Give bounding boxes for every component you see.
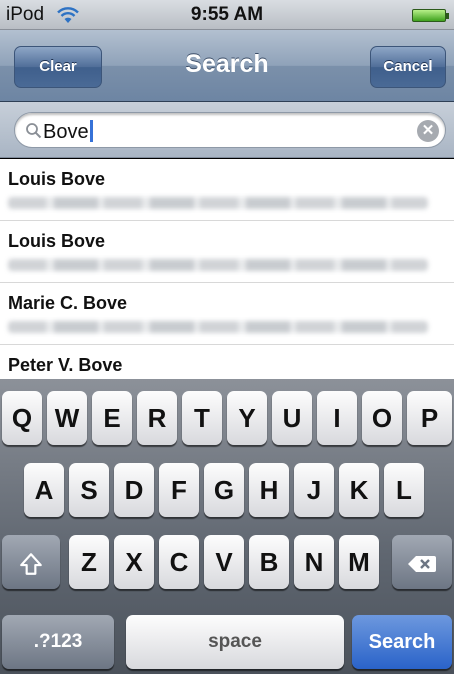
backspace-icon: [408, 556, 436, 572]
result-address-blurred: [8, 321, 428, 333]
search-input[interactable]: Bove ✕: [14, 112, 446, 148]
key-p[interactable]: P: [407, 391, 452, 445]
list-item[interactable]: Louis Bove: [0, 159, 454, 221]
key-b[interactable]: B: [249, 535, 289, 589]
shift-key[interactable]: [2, 535, 60, 589]
backspace-key[interactable]: [392, 535, 452, 589]
key-c[interactable]: C: [159, 535, 199, 589]
key-k[interactable]: K: [339, 463, 379, 517]
key-o[interactable]: O: [362, 391, 402, 445]
key-e[interactable]: E: [92, 391, 132, 445]
key-s[interactable]: S: [69, 463, 109, 517]
navigation-bar: Clear Search Cancel: [0, 30, 454, 102]
result-address-blurred: [8, 197, 428, 209]
key-i[interactable]: I: [317, 391, 357, 445]
key-x[interactable]: X: [114, 535, 154, 589]
key-d[interactable]: D: [114, 463, 154, 517]
key-y[interactable]: Y: [227, 391, 267, 445]
search-input-value: Bove: [43, 120, 93, 144]
key-g[interactable]: G: [204, 463, 244, 517]
key-t[interactable]: T: [182, 391, 222, 445]
cancel-button[interactable]: Cancel: [370, 46, 446, 88]
key-n[interactable]: N: [294, 535, 334, 589]
status-time: 9:55 AM: [190, 4, 264, 25]
search-bar: Bove ✕: [0, 102, 454, 158]
key-m[interactable]: M: [339, 535, 379, 589]
result-name: Louis Bove: [8, 169, 106, 189]
on-screen-keyboard: Q W E R T Y U I O P A S D F G H J K L Z …: [0, 379, 454, 674]
key-l[interactable]: L: [384, 463, 424, 517]
search-icon: [26, 123, 42, 139]
shift-icon: [20, 553, 42, 575]
result-name: Peter V. Bove: [8, 355, 123, 375]
key-j[interactable]: J: [294, 463, 334, 517]
key-q[interactable]: Q: [2, 391, 42, 445]
text-caret: [89, 120, 93, 142]
list-item[interactable]: Peter V. Bove: [0, 345, 454, 379]
result-name: Louis Bove: [8, 231, 106, 251]
key-w[interactable]: W: [47, 391, 87, 445]
space-key[interactable]: space: [126, 615, 344, 669]
key-z[interactable]: Z: [69, 535, 109, 589]
status-bar: iPod 9:55 AM: [0, 0, 454, 30]
key-u[interactable]: U: [272, 391, 312, 445]
result-name: Marie C. Bove: [8, 293, 128, 313]
numbers-key[interactable]: .?123: [2, 615, 114, 669]
result-address-blurred: [8, 259, 428, 271]
list-item[interactable]: Louis Bove: [0, 221, 454, 283]
key-a[interactable]: A: [24, 463, 64, 517]
battery-icon: [412, 9, 449, 22]
key-h[interactable]: H: [249, 463, 289, 517]
results-list: Louis Bove Louis Bove Marie C. Bove Pete…: [0, 159, 454, 379]
list-item[interactable]: Marie C. Bove: [0, 283, 454, 345]
key-r[interactable]: R: [137, 391, 177, 445]
clear-text-icon[interactable]: ✕: [417, 120, 439, 142]
search-key[interactable]: Search: [352, 615, 452, 669]
key-f[interactable]: F: [159, 463, 199, 517]
key-v[interactable]: V: [204, 535, 244, 589]
